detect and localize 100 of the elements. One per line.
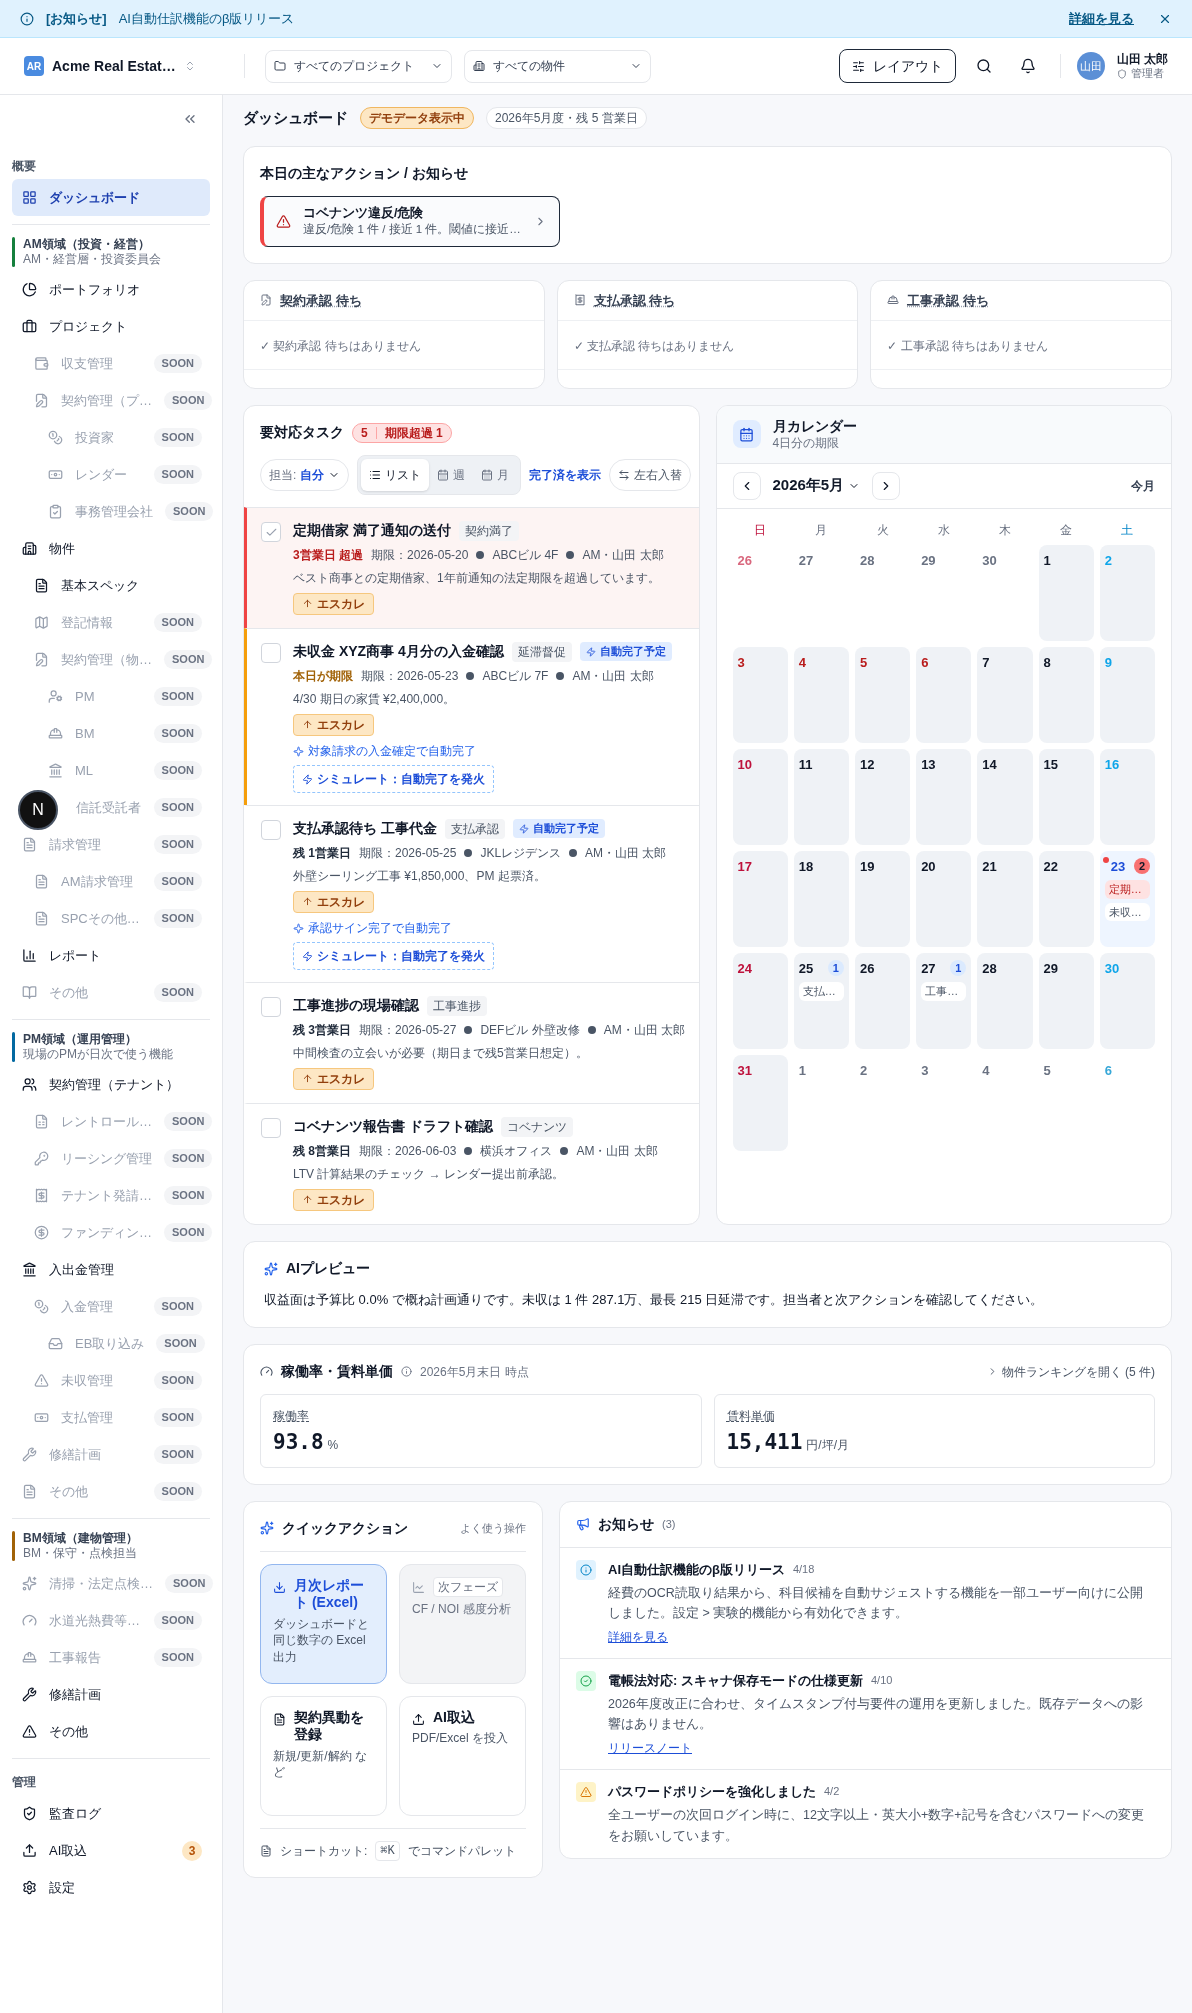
bank-icon bbox=[48, 763, 63, 778]
day-cell[interactable]: 26 bbox=[732, 544, 788, 641]
simulate-button[interactable]: シミュレート：自動完了を発火 bbox=[293, 765, 494, 793]
task-row[interactable]: コベナンツ報告書 ドラフト確認 コベナンツ 残 8営業日 期限：2026-06-03 横浜オフィス AM・山田 太郎 LTV 計算結果のチェック → レンダー提出前承認。 エスカレ bbox=[244, 1103, 699, 1224]
simulate-button[interactable]: シミュレート：自動完了を発火 bbox=[293, 942, 494, 970]
day-cell[interactable]: 27 bbox=[793, 544, 849, 641]
sidebar-item[interactable]: 物件 bbox=[12, 530, 210, 567]
view-tab[interactable]: 週 bbox=[429, 459, 474, 491]
day-cell[interactable]: 31 bbox=[732, 1054, 788, 1151]
sidebar-item[interactable]: 入出金管理 bbox=[12, 1251, 210, 1288]
day-cell[interactable]: 23 2 定期… 未収… bbox=[1099, 850, 1155, 947]
task-tag: コベナンツ bbox=[500, 1116, 573, 1137]
day-cell[interactable]: 7 bbox=[977, 646, 1033, 743]
next-month-button[interactable] bbox=[872, 471, 901, 500]
ranking-link[interactable]: 物件ランキングを開く (5 件) bbox=[986, 1362, 1155, 1381]
sidebar-item[interactable]: 契約管理（テナント） bbox=[12, 1066, 210, 1103]
day-cell[interactable]: 6 bbox=[916, 646, 972, 743]
task-row[interactable]: 定期借家 満了通知の送付 契約満了 3営業日 超過 期限：2026-05-20 ABCビル 4F AM・山田 太郎 ベスト商事との定期借家、1年前通知の法定期限を超過しています。 エスカレ bbox=[244, 507, 699, 628]
escalate-button[interactable]: エスカレ bbox=[293, 1067, 374, 1090]
day-cell[interactable]: 4 bbox=[977, 1054, 1033, 1151]
task-checkbox[interactable] bbox=[261, 522, 281, 542]
current-month-button[interactable]: 今月 bbox=[1131, 476, 1155, 495]
day-cell[interactable]: 2 bbox=[854, 1054, 911, 1151]
day-cell[interactable]: 14 bbox=[977, 748, 1033, 845]
escalate-button[interactable]: エスカレ bbox=[293, 713, 374, 736]
lightning-icon bbox=[302, 950, 313, 962]
month-select[interactable]: 2026年5月 bbox=[772, 474, 861, 497]
sidebar-item[interactable]: プロジェクト bbox=[12, 308, 210, 345]
day-cell[interactable]: 3 bbox=[916, 1054, 972, 1151]
day-cell[interactable]: 28 bbox=[977, 952, 1033, 1049]
news-link[interactable]: リリースノート bbox=[608, 1738, 692, 1757]
news-link[interactable]: 詳細を見る bbox=[608, 1627, 668, 1646]
quick-action-tile[interactable]: AI取込 PDF/Excel を投入 bbox=[399, 1695, 526, 1816]
day-cell[interactable]: 27 1 工事… bbox=[916, 952, 972, 1049]
day-cell[interactable]: 8 bbox=[1038, 646, 1094, 743]
sidebar-item[interactable]: 修繕計画 bbox=[12, 1676, 210, 1713]
day-cell[interactable]: 29 bbox=[916, 544, 972, 641]
sidebar-item[interactable]: AI取込 3 bbox=[12, 1832, 210, 1869]
day-cell[interactable]: 22 bbox=[1038, 850, 1094, 947]
property-select[interactable]: すべての物件 bbox=[464, 49, 651, 83]
sidebar-item[interactable]: 基本スペック bbox=[12, 567, 210, 604]
event-chip[interactable]: 支払… bbox=[798, 982, 844, 1001]
sidebar-item[interactable]: その他 bbox=[12, 1713, 210, 1750]
task-row[interactable]: 工事進捗の現場確認 工事進捗 残 3営業日 期限：2026-05-27 DEFビル 外壁改修 AM・山田 太郎 中間検査の立会いが必要（期日まで残5営業日想定）。 エスカレ bbox=[244, 982, 699, 1103]
day-cell[interactable]: 10 bbox=[732, 748, 788, 845]
banner-link[interactable]: 詳細を見る bbox=[1069, 8, 1134, 29]
day-cell[interactable]: 29 bbox=[1038, 952, 1094, 1049]
view-tab[interactable]: リスト bbox=[361, 459, 430, 491]
day-cell[interactable]: 13 bbox=[916, 748, 972, 845]
info-icon bbox=[20, 11, 34, 26]
section-subtitle: BM・保守・点検担当 bbox=[23, 1546, 138, 1561]
day-cell[interactable]: 5 bbox=[854, 646, 911, 743]
quick-action-tile[interactable]: 契約異動を登録 新規/更新/解約 など bbox=[260, 1695, 387, 1816]
view-tab[interactable]: 月 bbox=[473, 459, 518, 491]
day-cell[interactable]: 18 bbox=[793, 850, 849, 947]
task-checkbox[interactable] bbox=[261, 643, 281, 663]
task-row[interactable]: 支払承認待ち 工事代金 支払承認 自動完了予定 残 1営業日 期限：2026-05-25 JKLレジデンス AM・山田 太郎 外壁シーリング工事 ¥1,850,000、PM 起票済。 エスカレ 承認サイン完了で自動完了 シミュレート：自動完了を発火 bbox=[244, 805, 699, 982]
day-cell[interactable]: 4 bbox=[793, 646, 849, 743]
day-cell[interactable]: 5 bbox=[1038, 1054, 1094, 1151]
day-cell[interactable]: 17 bbox=[732, 850, 788, 947]
day-cell[interactable]: 1 bbox=[1038, 544, 1094, 641]
show-done-link[interactable]: 完了済を表示 bbox=[529, 466, 602, 484]
day-cell[interactable]: 15 bbox=[1038, 748, 1094, 845]
task-checkbox[interactable] bbox=[261, 997, 281, 1017]
day-cell[interactable]: 20 bbox=[916, 850, 972, 947]
day-cell[interactable]: 30 bbox=[977, 544, 1033, 641]
project-select[interactable]: すべてのプロジェクト bbox=[265, 49, 452, 83]
sidebar-item[interactable]: 監査ログ bbox=[12, 1795, 210, 1832]
task-checkbox[interactable] bbox=[261, 820, 281, 840]
upload-icon bbox=[22, 1843, 37, 1858]
day-cell[interactable]: 26 bbox=[854, 952, 911, 1049]
day-cell[interactable]: 24 bbox=[732, 952, 788, 1049]
day-cell[interactable]: 12 bbox=[854, 748, 911, 845]
sidebar-item[interactable]: レポート bbox=[12, 937, 210, 974]
user-avatar[interactable]: 山田 bbox=[1076, 52, 1105, 80]
event-chip[interactable]: 定期… bbox=[1104, 880, 1150, 899]
day-cell[interactable]: 19 bbox=[854, 850, 911, 947]
sidebar-item[interactable]: ダッシュボード bbox=[12, 179, 210, 216]
event-chip[interactable]: 未収… bbox=[1104, 902, 1150, 921]
day-cell[interactable]: 25 1 支払… bbox=[793, 952, 849, 1049]
task-checkbox[interactable] bbox=[261, 1118, 281, 1138]
task-row[interactable]: 未収金 XYZ商事 4月分の入金確認 延滞督促 自動完了予定 本日が期限 期限：2026-05-23 ABCビル 7F AM・山田 太郎 4/30 期日の家賃 ¥2,400,000。 エスカレ 対象請求の入金確定で自動完了 シミュレート：自動完了を発火 bbox=[244, 628, 699, 805]
escalate-button[interactable]: エスカレ bbox=[293, 890, 374, 913]
card-title: 本日の主なアクション / お知らせ bbox=[260, 163, 469, 183]
sidebar-item[interactable]: ポートフォリオ bbox=[12, 271, 210, 308]
layout-button[interactable]: レイアウト bbox=[838, 49, 956, 83]
day-cell[interactable]: 1 bbox=[793, 1054, 849, 1151]
sidebar-item[interactable]: 設定 bbox=[12, 1869, 210, 1906]
quick-action-tile[interactable]: 月次レポート (Excel) ダッシュボードと同じ数字の Excel 出力 bbox=[260, 1563, 387, 1684]
assignee-label: AM・山田 太郎 bbox=[582, 547, 664, 564]
day-cell[interactable]: 11 bbox=[793, 748, 849, 845]
day-cell[interactable]: 28 bbox=[854, 544, 911, 641]
escalate-button[interactable]: エスカレ bbox=[293, 1188, 374, 1211]
alert-card[interactable]: コベナンツ違反/危険 違反/危険 1 件 / 接近 1 件。閾値に接近… bbox=[260, 195, 560, 247]
event-chip[interactable]: 工事… bbox=[921, 982, 967, 1001]
previous-month-button[interactable] bbox=[732, 471, 761, 500]
day-cell[interactable]: 3 bbox=[732, 646, 788, 743]
org-switcher[interactable]: Acme Real Estat… bbox=[52, 55, 196, 77]
escalate-button[interactable]: エスカレ bbox=[293, 592, 374, 615]
day-cell[interactable]: 21 bbox=[977, 850, 1033, 947]
